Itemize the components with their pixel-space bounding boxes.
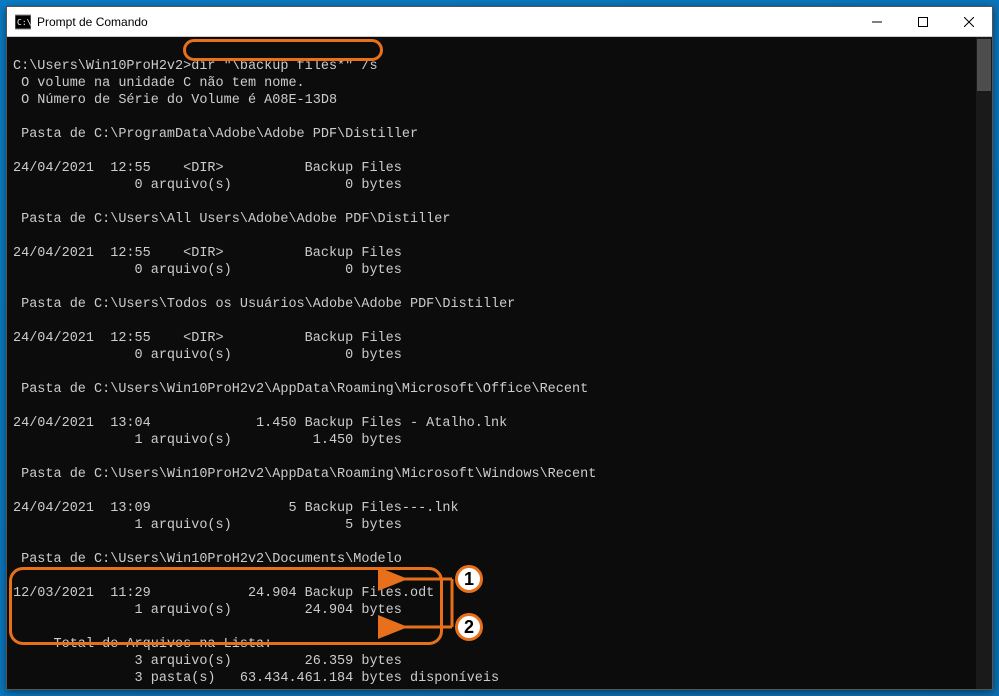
maximize-button[interactable]: [900, 7, 946, 36]
output-line: 0 arquivo(s) 0 bytes: [13, 348, 402, 363]
output-line: Pasta de C:\ProgramData\Adobe\Adobe PDF\…: [13, 127, 418, 142]
output-line: Pasta de C:\Users\Todos os Usuários\Adob…: [13, 297, 515, 312]
terminal-output[interactable]: C:\Users\Win10ProH2v2>dir "\backup files…: [7, 37, 992, 689]
close-button[interactable]: [946, 7, 992, 36]
cmd-icon: C:\: [15, 14, 31, 30]
minimize-button[interactable]: [854, 7, 900, 36]
output-line: Pasta de C:\Users\Win10ProH2v2\AppData\R…: [13, 467, 596, 482]
output-line: O volume na unidade C não tem nome.: [13, 76, 305, 91]
output-line: Pasta de C:\Users\Win10ProH2v2\AppData\R…: [13, 382, 588, 397]
output-line: 1 arquivo(s) 1.450 bytes: [13, 433, 402, 448]
output-line: 12/03/2021 11:29 24.904 Backup Files.odt: [13, 586, 434, 601]
output-line: 3 arquivo(s) 26.359 bytes: [13, 654, 402, 669]
output-line: Total de Arquivos na Lista:: [13, 637, 272, 652]
output-line: 24/04/2021 12:55 <DIR> Backup Files: [13, 161, 402, 176]
output-line: O Número de Série do Volume é A08E-13D8: [13, 93, 337, 108]
output-line: 24/04/2021 13:09 5 Backup Files---.lnk: [13, 501, 459, 516]
output-line: 1 arquivo(s) 24.904 bytes: [13, 603, 402, 618]
window-controls: [854, 7, 992, 36]
command-prompt-window: C:\ Prompt de Comando C:\Users\Win10ProH…: [6, 6, 993, 690]
output-line: 0 arquivo(s) 0 bytes: [13, 263, 402, 278]
titlebar[interactable]: C:\ Prompt de Comando: [7, 7, 992, 37]
output-line: 24/04/2021 13:04 1.450 Backup Files - At…: [13, 416, 507, 431]
output-line: 3 pasta(s) 63.434.461.184 bytes disponív…: [13, 671, 499, 686]
output-line: 1 arquivo(s) 5 bytes: [13, 518, 402, 533]
output-line: 24/04/2021 12:55 <DIR> Backup Files: [13, 331, 402, 346]
svg-text:C:\: C:\: [17, 18, 31, 27]
window-title: Prompt de Comando: [37, 15, 854, 29]
output-line: 24/04/2021 12:55 <DIR> Backup Files: [13, 246, 402, 261]
prompt-line: C:\Users\Win10ProH2v2>dir "\backup files…: [13, 59, 378, 74]
highlight-command: [183, 39, 383, 61]
output-line: 0 arquivo(s) 0 bytes: [13, 178, 402, 193]
output-line: Pasta de C:\Users\All Users\Adobe\Adobe …: [13, 212, 450, 227]
callout-2: 2: [455, 613, 483, 641]
vertical-scrollbar[interactable]: [976, 37, 992, 689]
output-line: Pasta de C:\Users\Win10ProH2v2\Documents…: [13, 552, 402, 567]
scrollbar-thumb[interactable]: [977, 39, 991, 91]
callout-1: 1: [455, 565, 483, 593]
